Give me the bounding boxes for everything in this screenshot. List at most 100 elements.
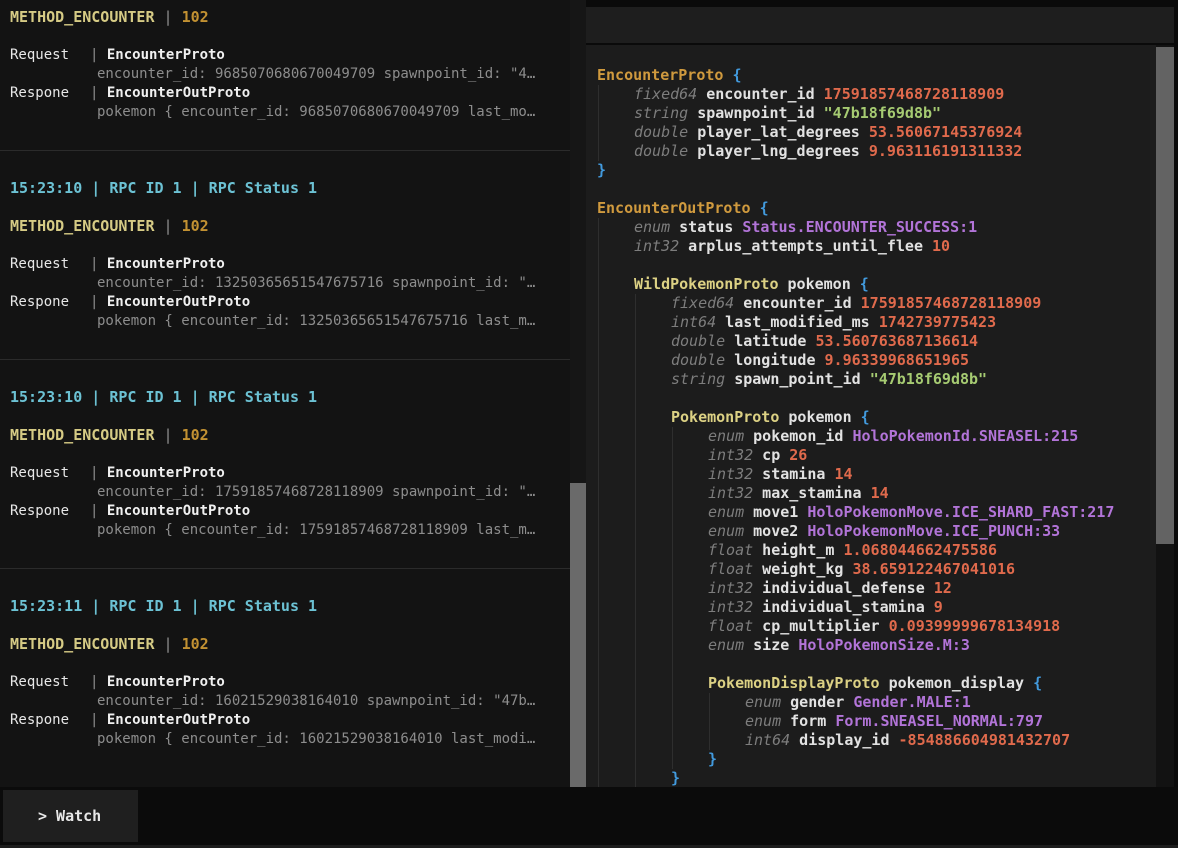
proto-close: } <box>671 769 1174 787</box>
proto-field: double player_lng_degrees 9.963116191311… <box>634 142 1174 161</box>
field-value: 9.963116191311332 <box>869 142 1023 160</box>
response-preview: pokemon { encounter_id: 1759185746872811… <box>97 521 586 540</box>
field-value: 0.09399999678134918 <box>889 617 1061 635</box>
proto-field: int32 individual_defense 12 <box>708 579 1174 598</box>
response-proto-name: EncounterOutProto <box>107 85 250 101</box>
field-value: Form.SNEASEL_NORMAL:797 <box>835 712 1043 730</box>
bottom-bar: > Watch <box>0 787 1178 848</box>
proto-header: EncounterProto { <box>597 66 1174 85</box>
proto-field: enum move2 HoloPokemonMove.ICE_PUNCH:33 <box>708 522 1174 541</box>
log-entry[interactable]: 15:23:10 | RPC ID 1 | RPC Status 1METHOD… <box>0 150 586 359</box>
request-proto-name: EncounterProto <box>107 674 225 690</box>
proto-field: enum move1 HoloPokemonMove.ICE_SHARD_FAS… <box>708 503 1174 522</box>
log-entry[interactable]: 15:23:10 | RPC ID 1 | RPC Status 1 METHOD… <box>0 359 586 568</box>
method-name: METHOD_ENCOUNTER <box>10 8 155 26</box>
field-value: 26 <box>789 446 807 464</box>
field-value: "47b18f69d8b" <box>824 104 941 122</box>
field-value: -854886604981432707 <box>899 731 1071 749</box>
proto-field: int32 cp 26 <box>708 446 1174 465</box>
log-scrollbar-thumb[interactable] <box>570 483 586 787</box>
field-value: HoloPokemonMove.ICE_SHARD_FAST:217 <box>807 503 1114 521</box>
close-brace: } <box>708 750 717 768</box>
field-value: HoloPokemonId.SNEASEL:215 <box>853 427 1079 445</box>
detail-panel-header <box>586 7 1174 43</box>
method-name: METHOD_ENCOUNTER <box>10 217 155 235</box>
proto-type-name: PokemonProto <box>671 408 779 426</box>
rpc-log-panel: METHOD_ENCOUNTER | 102 Request| Encounter… <box>0 0 586 787</box>
proto-field: double player_lat_degrees 53.56067145376… <box>634 123 1174 142</box>
field-value: Gender.MALE:1 <box>853 693 970 711</box>
field-value: 9 <box>934 598 943 616</box>
request-preview: encounter_id: 16021529038164010 spawnpoi… <box>97 692 586 711</box>
request-line: Request| EncounterProto <box>10 46 586 65</box>
request-line: Request| EncounterProto <box>10 464 586 483</box>
log-timestamp: 15:23:11 | RPC ID 1 | RPC Status 1 <box>10 597 586 616</box>
watch-button[interactable]: > Watch <box>3 790 138 842</box>
method-name: METHOD_ENCOUNTER <box>10 426 155 444</box>
field-value: 53.560763687136614 <box>816 332 979 350</box>
field-value: 17591857468728118909 <box>824 85 1005 103</box>
open-brace: { <box>732 66 741 84</box>
log-list: METHOD_ENCOUNTER | 102 Request| Encounter… <box>0 0 586 777</box>
proto-var-name: pokemon_display <box>880 674 1025 692</box>
field-value: 1742739775423 <box>879 313 996 331</box>
request-proto-name: EncounterProto <box>107 47 225 63</box>
proto-field: int32 max_stamina 14 <box>708 484 1174 503</box>
proto-field: int32 arplus_attempts_until_flee 10 <box>634 237 1174 256</box>
open-brace: { <box>760 199 769 217</box>
log-entry[interactable]: METHOD_ENCOUNTER | 102 Request| Encounter… <box>0 0 586 150</box>
method-line: METHOD_ENCOUNTER | 102 <box>10 426 586 445</box>
proto-body: enum gender Gender.MALE:1enum form Form.… <box>709 693 1174 750</box>
proto-var-name: pokemon <box>779 275 851 293</box>
proto-field: double longitude 9.96339968651965 <box>671 351 1174 370</box>
close-brace: } <box>671 769 680 787</box>
field-value: Status.ENCOUNTER_SUCCESS:1 <box>742 218 977 236</box>
response-preview: pokemon { encounter_id: 9685070680670049… <box>97 103 586 122</box>
proto-close: } <box>597 161 1174 180</box>
open-brace: { <box>861 408 870 426</box>
proto-type-name: WildPokemonProto <box>634 275 779 293</box>
detail-scrollbar-thumb[interactable] <box>1156 47 1174 544</box>
response-line: Respone| EncounterOutProto <box>10 293 586 312</box>
response-line: Respone| EncounterOutProto <box>10 711 586 730</box>
proto-field: int64 last_modified_ms 1742739775423 <box>671 313 1174 332</box>
proto-close: } <box>708 750 1174 769</box>
proto-field: string spawnpoint_id "47b18f69d8b" <box>634 104 1174 123</box>
method-line: METHOD_ENCOUNTER | 102 <box>10 217 586 236</box>
request-preview: encounter_id: 17591857468728118909 spawn… <box>97 483 586 502</box>
open-brace: { <box>1033 674 1042 692</box>
proto-field: int32 stamina 14 <box>708 465 1174 484</box>
proto-field: float weight_kg 38.659122467041016 <box>708 560 1174 579</box>
response-line: Respone| EncounterOutProto <box>10 84 586 103</box>
method-id: 102 <box>182 635 209 653</box>
field-value: 12 <box>934 579 952 597</box>
log-entry[interactable]: 15:23:11 | RPC ID 1 | RPC Status 1 METHOD… <box>0 568 586 777</box>
proto-type-name: EncounterOutProto <box>597 199 751 217</box>
proto-type-name: EncounterProto <box>597 66 723 84</box>
proto-field: float cp_multiplier 0.09399999678134918 <box>708 617 1174 636</box>
log-timestamp: 15:23:10 | RPC ID 1 | RPC Status 1 <box>10 388 586 407</box>
method-line: METHOD_ENCOUNTER | 102 <box>10 8 586 27</box>
proto-header: EncounterOutProto { <box>597 199 1174 218</box>
request-proto-name: EncounterProto <box>107 465 225 481</box>
method-line: METHOD_ENCOUNTER | 102 <box>10 635 586 654</box>
proto-field: enum form Form.SNEASEL_NORMAL:797 <box>745 712 1174 731</box>
request-proto-name: EncounterProto <box>107 256 225 272</box>
proto-header: WildPokemonProto pokemon { <box>634 275 1174 294</box>
proto-header: PokemonProto pokemon { <box>671 408 1174 427</box>
proto-field: float height_m 1.068044662475586 <box>708 541 1174 560</box>
proto-field: enum gender Gender.MALE:1 <box>745 693 1174 712</box>
proto-field: enum pokemon_id HoloPokemonId.SNEASEL:21… <box>708 427 1174 446</box>
open-brace: { <box>860 275 869 293</box>
field-value: 9.96339968651965 <box>825 351 970 369</box>
proto-field: enum status Status.ENCOUNTER_SUCCESS:1 <box>634 218 1174 237</box>
field-value: 17591857468728118909 <box>861 294 1042 312</box>
field-value: HoloPokemonMove.ICE_PUNCH:33 <box>807 522 1060 540</box>
response-proto-name: EncounterOutProto <box>107 503 250 519</box>
close-brace: } <box>597 161 606 179</box>
proto-field: fixed64 encounter_id 1759185746872811890… <box>634 85 1174 104</box>
proto-type-name: PokemonDisplayProto <box>708 674 880 692</box>
request-line: Request| EncounterProto <box>10 673 586 692</box>
proto-header: PokemonDisplayProto pokemon_display { <box>708 674 1174 693</box>
field-value: 1.068044662475586 <box>843 541 997 559</box>
